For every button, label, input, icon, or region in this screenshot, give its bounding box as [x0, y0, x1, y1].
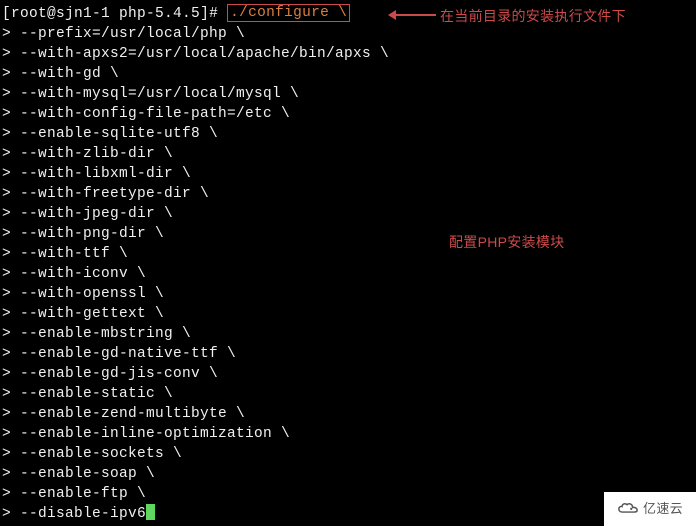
- config-line: > --enable-gd-jis-conv \: [2, 364, 696, 384]
- terminal-output[interactable]: [root@sjn1-1 php-5.4.5]# ./configure \ >…: [2, 4, 696, 524]
- config-line: > --enable-zend-multibyte \: [2, 404, 696, 424]
- config-line: > --with-gettext \: [2, 304, 696, 324]
- annotation-top: 在当前目录的安装执行文件下: [440, 6, 626, 26]
- prompt-text: [root@sjn1-1 php-5.4.5]#: [2, 4, 227, 24]
- prompt-symbol: #: [209, 6, 218, 22]
- terminal-cursor: [146, 504, 155, 520]
- arrow-icon: [394, 14, 436, 16]
- config-line: > --enable-sqlite-utf8 \: [2, 124, 696, 144]
- config-line: > --enable-soap \: [2, 464, 696, 484]
- cloud-icon: [617, 502, 639, 516]
- config-line: > --enable-sockets \: [2, 444, 696, 464]
- config-line: > --with-libxml-dir \: [2, 164, 696, 184]
- config-line: > --with-freetype-dir \: [2, 184, 696, 204]
- command-highlight-box: ./configure \: [227, 4, 350, 22]
- config-line: > --enable-mbstring \: [2, 324, 696, 344]
- config-line: > --enable-inline-optimization \: [2, 424, 696, 444]
- config-line: > --with-openssl \: [2, 284, 696, 304]
- watermark-text: 亿速云: [643, 499, 683, 519]
- config-line: > --with-png-dir \: [2, 224, 696, 244]
- config-line: > --with-config-file-path=/etc \: [2, 104, 696, 124]
- config-line: > --with-gd \: [2, 64, 696, 84]
- current-dir: php-5.4.5: [119, 6, 200, 22]
- watermark-badge: 亿速云: [604, 492, 696, 526]
- config-line: > --prefix=/usr/local/php \: [2, 24, 696, 44]
- configure-command: ./configure \: [230, 5, 347, 21]
- config-line: > --with-ttf \: [2, 244, 696, 264]
- user-host: root@sjn1-1: [11, 6, 110, 22]
- config-line: > --with-iconv \: [2, 264, 696, 284]
- config-line: > --enable-static \: [2, 384, 696, 404]
- annotation-mid: 配置PHP安装模块: [449, 232, 565, 252]
- config-line: > --with-jpeg-dir \: [2, 204, 696, 224]
- config-line: > --with-apxs2=/usr/local/apache/bin/apx…: [2, 44, 696, 64]
- config-line: > --enable-gd-native-ttf \: [2, 344, 696, 364]
- config-line: > --enable-ftp \: [2, 484, 696, 504]
- config-line: > --with-mysql=/usr/local/mysql \: [2, 84, 696, 104]
- config-line-last: > --disable-ipv6: [2, 504, 696, 524]
- last-option: > --disable-ipv6: [2, 506, 146, 522]
- config-line: > --with-zlib-dir \: [2, 144, 696, 164]
